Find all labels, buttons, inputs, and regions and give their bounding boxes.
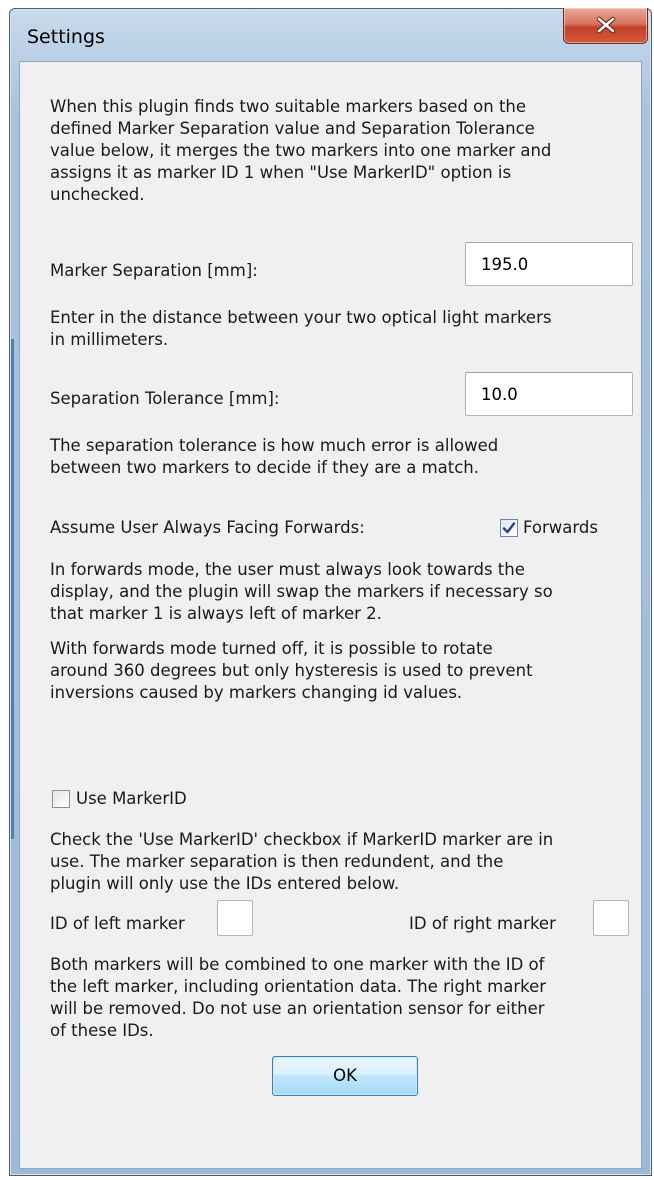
- close-button[interactable]: [563, 8, 648, 44]
- settings-dialog: Settings When this plugin finds two suit…: [9, 8, 652, 1176]
- left-marker-id-label: ID of left marker: [50, 914, 185, 933]
- window-title: Settings: [27, 26, 105, 48]
- marker-separation-help: Enter in the distance between your two o…: [50, 308, 552, 349]
- ok-button[interactable]: OK: [272, 1056, 418, 1096]
- dialog-content: When this plugin finds two suitable mark…: [20, 62, 641, 1168]
- forwards-off-help: With forwards mode turned off, it is pos…: [50, 639, 533, 702]
- dialog-client-area: When this plugin finds two suitable mark…: [19, 61, 642, 1169]
- intro-description: When this plugin finds two suitable mark…: [50, 97, 552, 204]
- use-marker-id-help: Check the 'Use MarkerID' checkbox if Mar…: [50, 830, 554, 893]
- combine-description: Both markers will be combined to one mar…: [50, 955, 547, 1040]
- use-marker-id-label[interactable]: Use MarkerID: [76, 788, 187, 810]
- forwards-checkbox-label[interactable]: Forwards: [523, 517, 598, 539]
- forwards-checkbox[interactable]: [500, 519, 518, 537]
- title-bar[interactable]: Settings: [10, 8, 651, 61]
- right-marker-id-label: ID of right marker: [409, 914, 556, 933]
- forwards-label: Assume User Always Facing Forwards:: [50, 518, 365, 537]
- use-marker-id-checkbox[interactable]: [52, 790, 70, 808]
- marker-separation-input[interactable]: [465, 242, 633, 286]
- marker-separation-label: Marker Separation [mm]:: [50, 261, 258, 280]
- window-edge-accent: [11, 339, 14, 839]
- close-x-icon: [596, 16, 616, 34]
- left-marker-id-input[interactable]: [217, 900, 253, 936]
- separation-tolerance-help: The separation tolerance is how much err…: [50, 436, 499, 477]
- separation-tolerance-input[interactable]: [465, 372, 633, 416]
- right-marker-id-input[interactable]: [593, 900, 629, 936]
- separation-tolerance-label: Separation Tolerance [mm]:: [50, 389, 280, 408]
- checkmark-icon: [502, 522, 516, 534]
- forwards-on-help: In forwards mode, the user must always l…: [50, 560, 553, 623]
